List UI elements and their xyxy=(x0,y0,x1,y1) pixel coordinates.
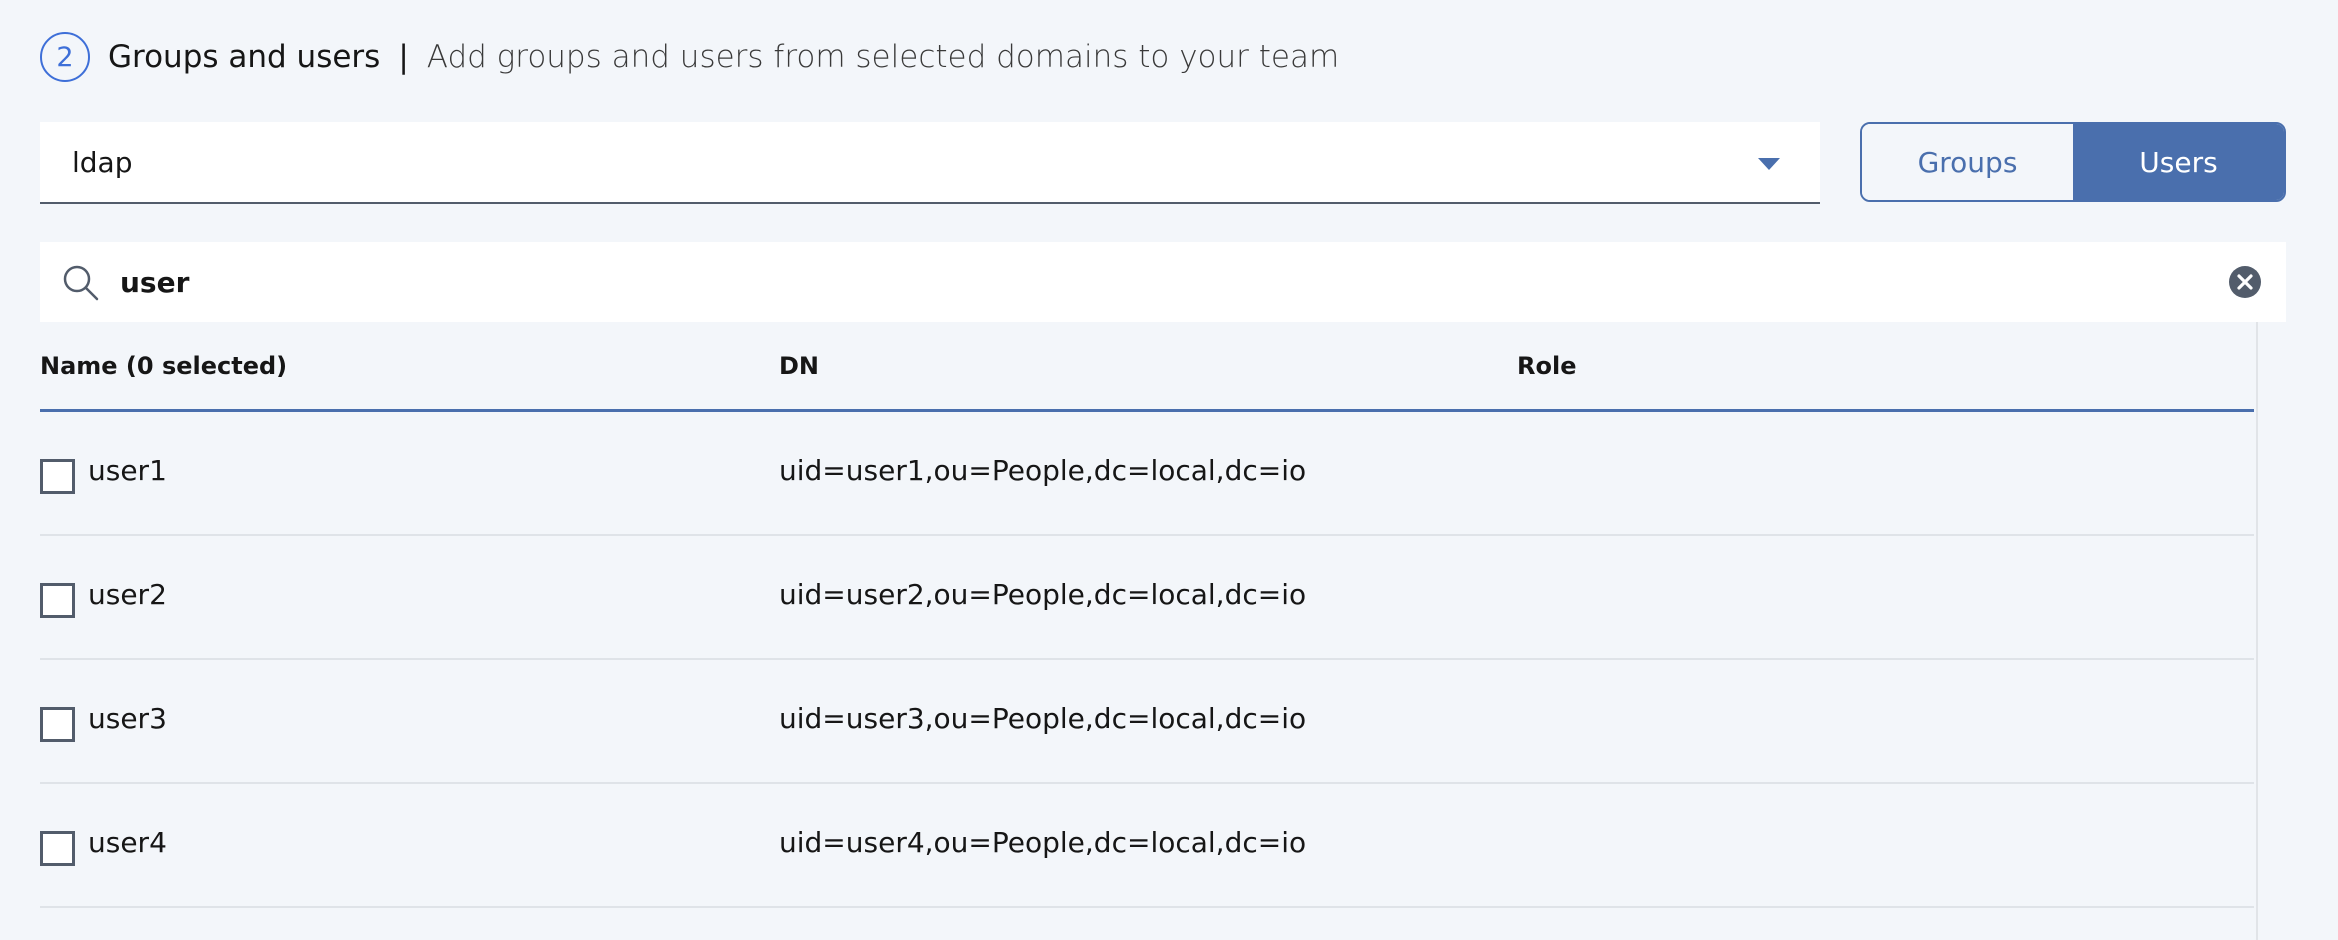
search-bar xyxy=(40,242,2286,322)
step-header: 2 Groups and users | Add groups and user… xyxy=(40,32,1339,82)
user-dn-cell: uid=user4,ou=People,dc=local,dc=io xyxy=(779,826,1307,859)
table-header: Name (0 selected) DN Role xyxy=(40,322,2254,412)
column-header-name[interactable]: Name (0 selected) xyxy=(40,352,287,380)
users-table: Name (0 selected) DN Role user1 uid=user… xyxy=(40,322,2254,908)
table-row: user1 uid=user1,ou=People,dc=local,dc=io xyxy=(40,412,2254,536)
user-dn-cell: uid=user2,ou=People,dc=local,dc=io xyxy=(779,578,1307,611)
step-description: Add groups and users from selected domai… xyxy=(426,39,1340,75)
user-dn-cell: uid=user3,ou=People,dc=local,dc=io xyxy=(779,702,1307,735)
table-row: user4 uid=user4,ou=People,dc=local,dc=io xyxy=(40,784,2254,908)
row-checkbox[interactable] xyxy=(40,583,75,618)
column-header-role[interactable]: Role xyxy=(1517,352,1576,380)
step-title: Groups and users xyxy=(108,39,381,75)
table-row: user3 uid=user3,ou=People,dc=local,dc=io xyxy=(40,660,2254,784)
domain-dropdown[interactable]: ldap xyxy=(40,122,1820,204)
user-name-cell: user1 xyxy=(88,454,167,487)
caret-down-icon xyxy=(1758,158,1780,170)
row-checkbox[interactable] xyxy=(40,831,75,866)
domain-dropdown-value: ldap xyxy=(72,145,133,179)
groups-toggle-button[interactable]: Groups xyxy=(1862,124,2073,200)
search-icon xyxy=(63,265,99,301)
user-name-cell: user3 xyxy=(88,702,167,735)
user-name-cell: user4 xyxy=(88,826,167,859)
user-dn-cell: uid=user1,ou=People,dc=local,dc=io xyxy=(779,454,1307,487)
close-filled-icon[interactable] xyxy=(2228,265,2262,299)
step-separator: | xyxy=(398,39,409,75)
groups-users-toggle: Groups Users xyxy=(1860,122,2286,202)
search-input[interactable] xyxy=(120,256,2180,308)
table-row: user2 uid=user2,ou=People,dc=local,dc=io xyxy=(40,536,2254,660)
user-name-cell: user2 xyxy=(88,578,167,611)
step-number-badge: 2 xyxy=(40,32,90,82)
column-header-dn[interactable]: DN xyxy=(779,352,819,380)
row-checkbox[interactable] xyxy=(40,459,75,494)
row-checkbox[interactable] xyxy=(40,707,75,742)
table-scrollbar[interactable] xyxy=(2256,322,2286,940)
users-toggle-button[interactable]: Users xyxy=(2073,124,2284,200)
